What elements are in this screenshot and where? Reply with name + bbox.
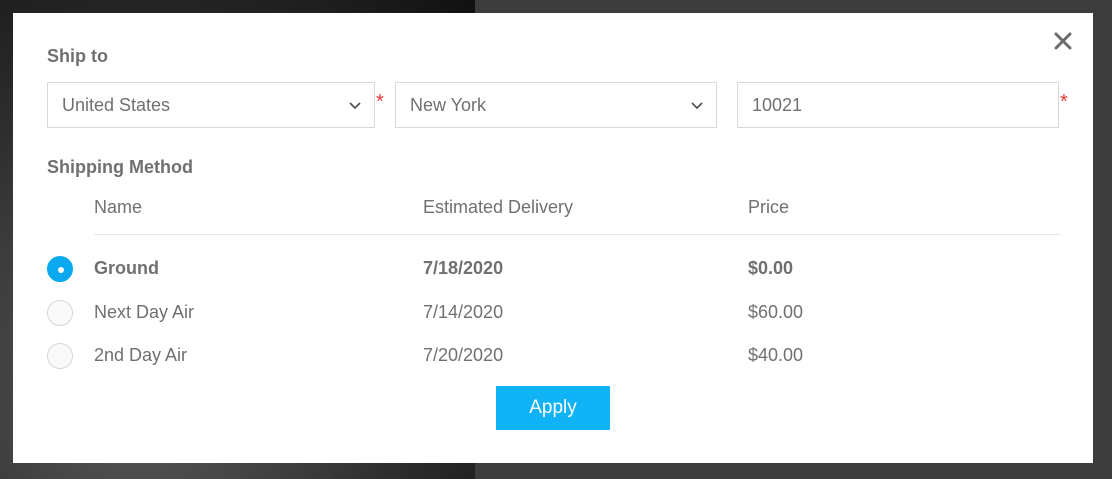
column-header-name: Name: [94, 197, 143, 217]
zip-required-mark: *: [1060, 91, 1068, 113]
chevron-down-icon: [691, 102, 703, 110]
shipping-option-next-day-air[interactable]: Next Day Air 7/14/2020 $60.00: [47, 300, 1061, 340]
radio-icon[interactable]: [47, 256, 73, 282]
option-name: Ground: [94, 258, 159, 278]
option-price: $0.00: [748, 258, 794, 278]
option-price: $60.00: [748, 302, 804, 322]
zip-input[interactable]: 10021: [737, 82, 1059, 128]
zip-value: 10021: [752, 94, 803, 115]
shipping-option-2nd-day-air[interactable]: 2nd Day Air 7/20/2020 $40.00: [47, 343, 1061, 383]
column-header-delivery: Estimated Delivery: [423, 197, 574, 217]
apply-button[interactable]: Apply: [496, 386, 610, 430]
country-select[interactable]: United States: [47, 82, 375, 128]
close-button[interactable]: [1053, 31, 1073, 51]
table-header: Name Estimated Delivery Price: [47, 193, 1061, 234]
shipping-modal: Ship to United States * New York 10021 *…: [13, 13, 1093, 463]
option-delivery: 7/18/2020: [423, 258, 504, 278]
shipping-method-title: Shipping Method: [47, 157, 193, 177]
column-header-price: Price: [748, 197, 790, 217]
option-name: Next Day Air: [94, 302, 195, 322]
shipping-option-ground[interactable]: Ground 7/18/2020 $0.00: [47, 256, 1061, 296]
close-icon: [1054, 32, 1072, 50]
option-name: 2nd Day Air: [94, 345, 188, 365]
ship-to-title: Ship to: [47, 46, 108, 66]
radio-icon[interactable]: [47, 343, 73, 369]
state-select[interactable]: New York: [395, 82, 717, 128]
country-value: United States: [62, 94, 171, 115]
country-required-mark: *: [376, 91, 384, 113]
state-value: New York: [410, 94, 487, 115]
option-price: $40.00: [748, 345, 804, 365]
header-divider: [94, 234, 1061, 235]
option-delivery: 7/14/2020: [423, 302, 504, 322]
radio-icon[interactable]: [47, 300, 73, 326]
option-delivery: 7/20/2020: [423, 345, 504, 365]
chevron-down-icon: [349, 102, 361, 110]
